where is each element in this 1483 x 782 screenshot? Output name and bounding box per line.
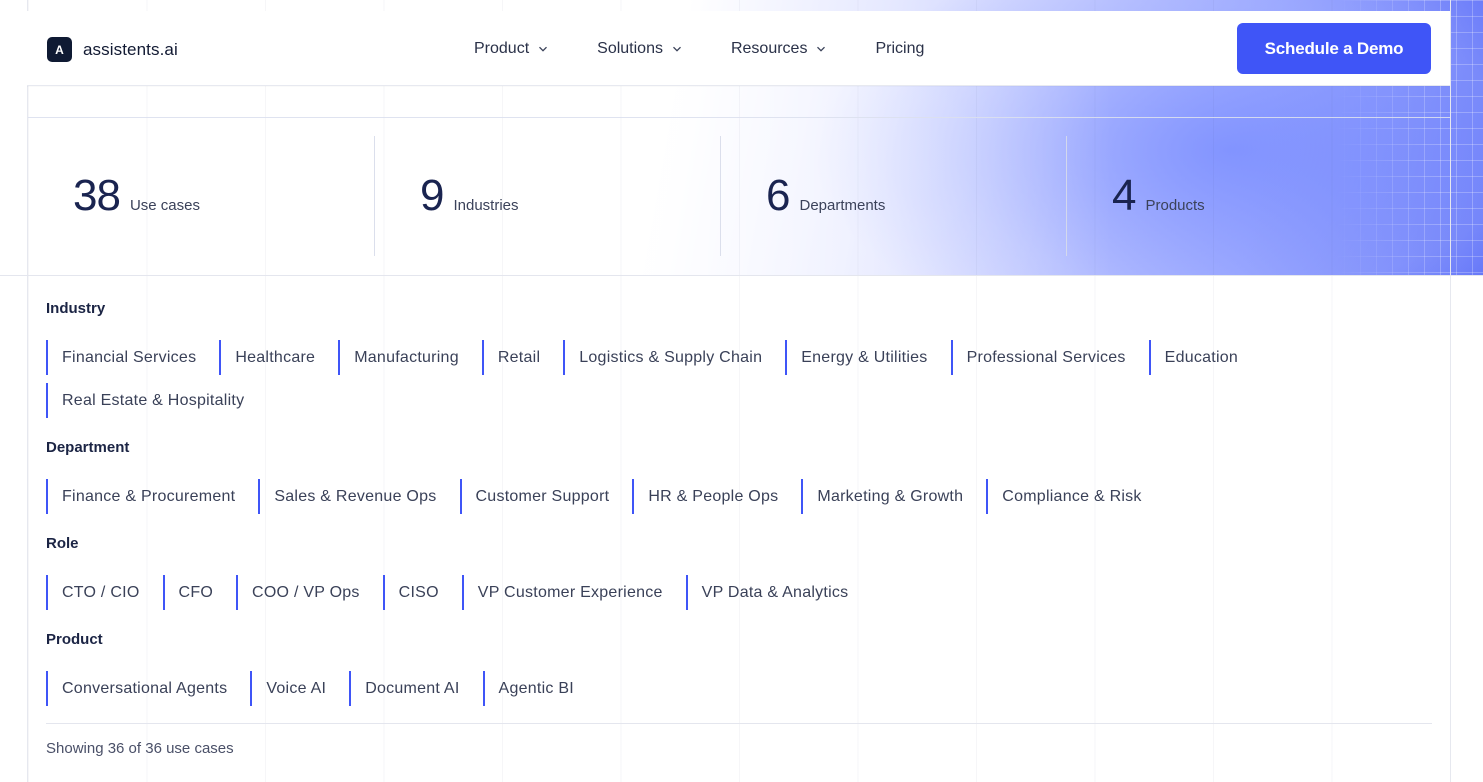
schedule-demo-button[interactable]: Schedule a Demo bbox=[1237, 23, 1431, 74]
logo-mark-icon: A bbox=[47, 37, 72, 62]
filter-chip[interactable]: CTO / CIO bbox=[46, 575, 163, 610]
stats-bar: 38 Use cases 9 Industries 6 Departments … bbox=[28, 136, 1450, 256]
filter-chip[interactable]: Sales & Revenue Ops bbox=[258, 479, 459, 514]
filter-chip[interactable]: Healthcare bbox=[219, 340, 338, 375]
brand-name: assistents.ai bbox=[83, 39, 178, 59]
chevron-down-icon bbox=[539, 46, 548, 52]
stat-value: 9 bbox=[420, 171, 445, 220]
filter-chip[interactable]: VP Customer Experience bbox=[461, 575, 686, 610]
nav-item-label: Product bbox=[474, 39, 530, 57]
stat-label: Use cases bbox=[129, 197, 200, 214]
filter-chip[interactable]: Professional Services bbox=[950, 340, 1149, 375]
filter-chip[interactable]: Voice AI bbox=[250, 671, 349, 706]
filter-chip[interactable]: Marketing & Growth bbox=[801, 479, 986, 514]
stat-industries: 9 Industries bbox=[374, 136, 720, 256]
nav-item-label: Resources bbox=[730, 39, 808, 57]
nav-item-label: Solutions bbox=[597, 39, 663, 57]
filter-chip[interactable]: Retail bbox=[481, 340, 563, 375]
stat-value: 6 bbox=[766, 171, 791, 220]
filter-chip[interactable]: CISO bbox=[382, 575, 462, 610]
filter-chip[interactable]: Financial Services bbox=[46, 340, 219, 375]
brand-logo[interactable]: A assistents.ai bbox=[47, 37, 178, 62]
filter-chip[interactable]: HR & People Ops bbox=[632, 479, 801, 514]
filter-chip-row: CTO / CIO CFO COO / VP Ops CISO VP Customer … bbox=[46, 558, 1432, 626]
stat-use-cases: 38 Use cases bbox=[28, 136, 374, 256]
top-navbar: A assistents.ai Product Solutions Resour… bbox=[27, 11, 1450, 86]
stat-value: 38 bbox=[73, 171, 121, 220]
filter-chip[interactable]: Energy & Utilities bbox=[785, 340, 950, 375]
filter-group-title: Department bbox=[46, 439, 130, 456]
filter-chip[interactable]: Agentic BI bbox=[482, 671, 597, 706]
nav-item-pricing[interactable]: Pricing bbox=[875, 40, 924, 58]
chevron-down-icon bbox=[673, 46, 681, 52]
results-divider bbox=[46, 723, 1432, 724]
filter-chip[interactable]: Finance & Procurement bbox=[46, 479, 258, 514]
nav-item-solutions[interactable]: Solutions bbox=[597, 40, 682, 58]
filter-group-industry: Industry Financial Services Healthcare Man… bbox=[46, 295, 1432, 434]
stat-label: Departments bbox=[799, 197, 886, 214]
filter-chip[interactable]: Customer Support bbox=[459, 479, 633, 514]
filter-chip[interactable]: CFO bbox=[162, 575, 237, 610]
filter-chip[interactable]: Education bbox=[1148, 340, 1261, 375]
hero-divider-top bbox=[28, 117, 1450, 118]
filter-panel: Industry Financial Services Healthcare Man… bbox=[46, 295, 1432, 722]
main-nav: Product Solutions Resources Pricing bbox=[474, 11, 924, 86]
stat-departments: 6 Departments bbox=[720, 136, 1066, 256]
stat-value: 4 bbox=[1112, 171, 1137, 220]
nav-item-label: Pricing bbox=[875, 39, 925, 57]
chevron-down-icon bbox=[817, 46, 826, 52]
stat-products: 4 Products bbox=[1066, 136, 1412, 256]
stat-label: Products bbox=[1145, 197, 1205, 214]
filter-chip[interactable]: Compliance & Risk bbox=[986, 479, 1164, 514]
filter-group-title: Product bbox=[46, 631, 103, 648]
filter-group-role: Role CTO / CIO CFO COO / VP Ops CISO VP Cust… bbox=[46, 530, 1432, 626]
hero-divider-bottom bbox=[0, 275, 1483, 276]
filter-chip[interactable]: VP Data & Analytics bbox=[685, 575, 872, 610]
filter-chip[interactable]: Manufacturing bbox=[338, 340, 482, 375]
results-count: Showing 36 of 36 use cases bbox=[46, 740, 234, 757]
filter-chip[interactable]: COO / VP Ops bbox=[236, 575, 383, 610]
filter-chip[interactable]: Logistics & Supply Chain bbox=[563, 340, 785, 375]
filter-chip-row: Conversational Agents Voice AI Document AI… bbox=[46, 654, 1432, 722]
filter-chip-row: Finance & Procurement Sales & Revenue Ops… bbox=[46, 462, 1432, 530]
filter-chip-row: Financial Services Healthcare Manufacturin… bbox=[46, 323, 1432, 434]
filter-chip[interactable]: Document AI bbox=[349, 671, 482, 706]
filter-chip[interactable]: Conversational Agents bbox=[46, 671, 250, 706]
filter-group-product: Product Conversational Agents Voice AI Doc… bbox=[46, 626, 1432, 722]
frame-border-right bbox=[1450, 0, 1451, 782]
nav-item-resources[interactable]: Resources bbox=[731, 40, 826, 58]
filter-group-department: Department Finance & Procurement Sales & … bbox=[46, 434, 1432, 530]
nav-item-product[interactable]: Product bbox=[474, 40, 548, 58]
filter-group-title: Role bbox=[46, 535, 79, 552]
filter-chip[interactable]: Real Estate & Hospitality bbox=[46, 383, 267, 418]
filter-group-title: Industry bbox=[46, 300, 106, 317]
stat-label: Industries bbox=[453, 197, 519, 214]
